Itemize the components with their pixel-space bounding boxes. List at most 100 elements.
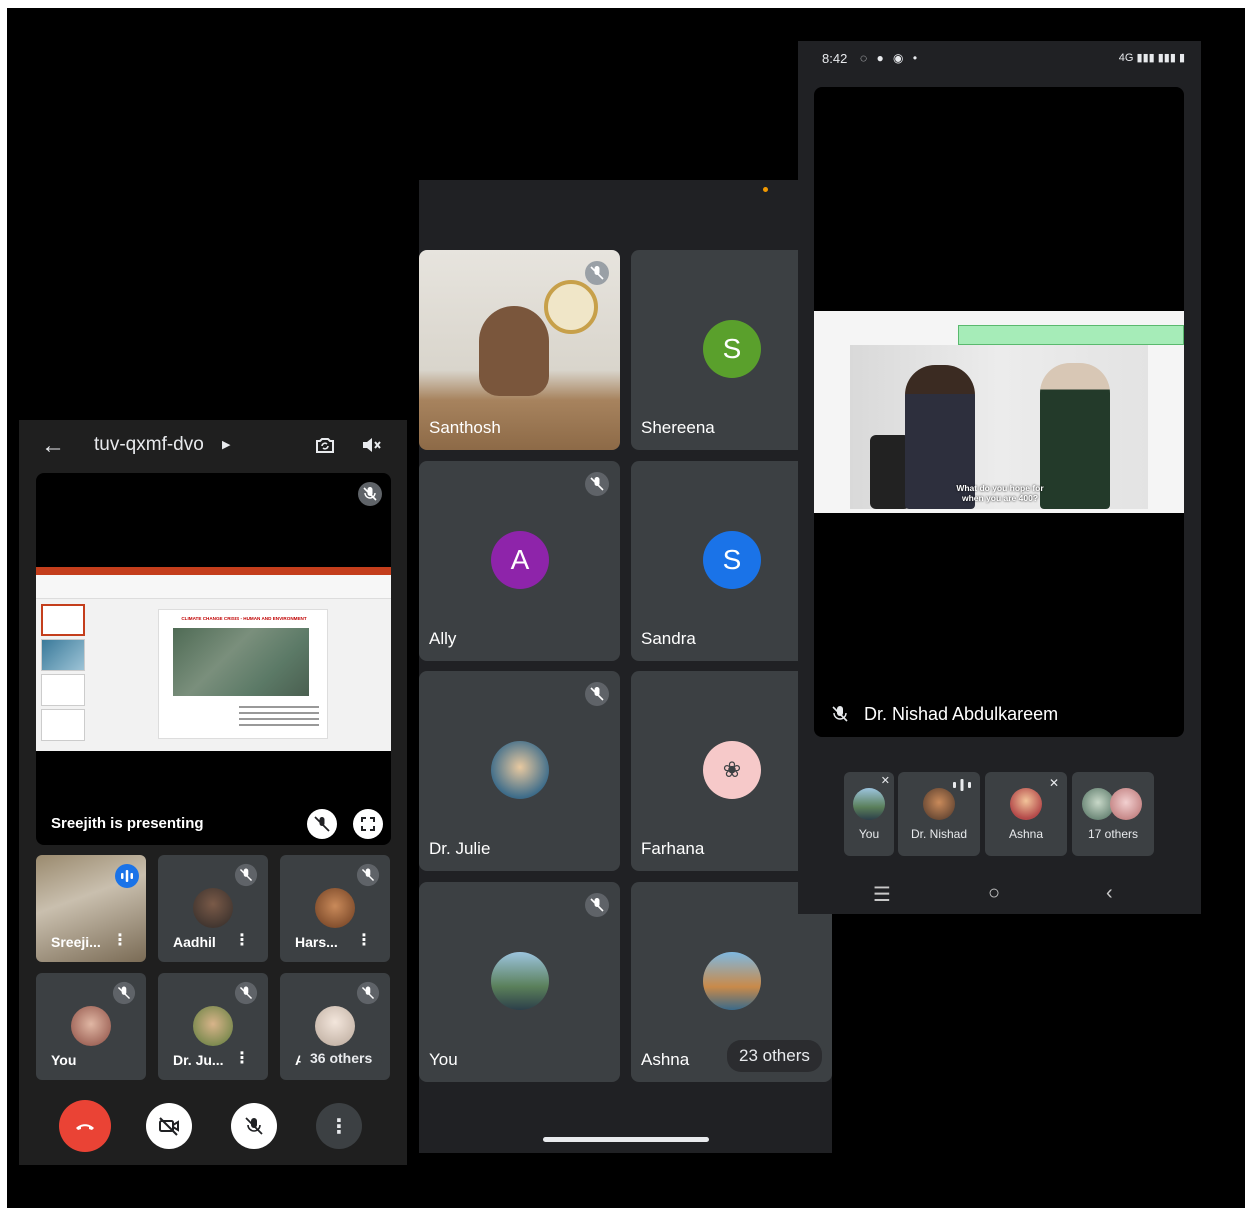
slide-main: CLIMATE CHANGE CRISIS - HUMAN AND ENVIRO… [158,609,328,739]
more-vert-icon[interactable]: ⋮ [356,930,372,950]
switch-camera-icon[interactable] [313,433,337,462]
fullscreen-icon[interactable] [353,809,383,839]
app-ribbon [36,567,391,575]
top-bar: ← tuv-qxmf-dvo ▶ [19,420,407,470]
participant-name: Shereena [641,418,715,437]
participant-tile[interactable]: Sreeji... ⋮ [36,855,146,962]
home-indicator[interactable] [543,1137,709,1142]
phone-meet-grid: Santhosh S Shereena A Ally S Sandra Dr. … [419,180,832,1153]
participant-name: Farhana [641,839,705,858]
speaking-icon [952,778,972,797]
speaking-icon [114,863,140,894]
caret-right-icon[interactable]: ▶ [222,438,230,451]
participant-tile[interactable]: You [419,882,620,1082]
mic-off-icon [584,260,610,291]
slide-text-lines [239,702,319,732]
participant-tile[interactable]: A Ally [419,461,620,661]
video-banner [958,325,1184,345]
shared-slide: CLIMATE CHANGE CRISIS - HUMAN AND ENVIRO… [36,567,391,751]
avatar [193,888,233,928]
participant-name: Santhosh [429,418,501,437]
presentation-stage[interactable]: CLIMATE CHANGE CRISIS - HUMAN AND ENVIRO… [36,473,391,845]
network-indicator: 4G ▮▮▮ ▮▮▮ ▮ [1118,52,1185,64]
meeting-code[interactable]: tuv-qxmf-dvo [94,434,204,456]
video-person [479,306,549,396]
mic-off-icon [234,981,258,1010]
recents-icon[interactable]: ☰ [873,882,891,907]
avatar-initial: A [491,531,549,589]
mic-off-icon[interactable] [231,1103,277,1149]
presenting-label: Sreejith is presenting [51,815,204,832]
avatar [1110,788,1142,820]
avatar [193,1006,233,1046]
camera-off-icon[interactable] [146,1103,192,1149]
more-vert-icon[interactable]: ⋮ [112,930,128,950]
avatar [923,788,955,820]
participant-name: You [429,1050,458,1069]
back-arrow-icon[interactable]: ← [41,432,65,460]
network-type: 4G [1118,52,1134,64]
participant-chip[interactable]: ✕ Ashna [985,772,1067,856]
participant-tile[interactable]: Hars... ⋮ [280,855,390,962]
mic-off-icon [584,892,610,923]
mic-off-icon [357,481,383,512]
avatar-initial: S [703,320,761,378]
slide-thumbnail [41,674,85,706]
participant-tile[interactable]: Santhosh [419,250,620,450]
avatar [491,952,549,1010]
avatar [491,741,549,799]
avatar [703,952,761,1010]
mic-off-icon [584,681,610,712]
back-icon[interactable]: ‹ [1106,882,1113,905]
mic-off-icon [112,981,136,1010]
slide-title: CLIMATE CHANGE CRISIS - HUMAN AND ENVIRO… [181,616,307,621]
app-toolbar [36,575,391,599]
mic-off-icon [356,981,380,1010]
participant-tile[interactable]: A 36 others [280,973,390,1080]
participant-name: Sreeji... [51,934,101,950]
avatar [1010,788,1042,820]
spotlight-stage[interactable]: What do you hope for when you are 400? D… [814,87,1184,737]
more-vert-icon[interactable]: ⋮ [316,1103,362,1149]
home-icon[interactable]: ○ [988,882,1000,905]
others-count[interactable]: 36 others [300,1046,383,1070]
speaker-off-icon[interactable] [359,433,383,462]
participant-name: You [51,1052,77,1068]
participant-chip[interactable]: 17 others [1072,772,1154,856]
participant-chip[interactable]: ✕ You [844,772,894,856]
chair [870,435,910,509]
butterfly-icon: ❀ [703,741,761,799]
participant-name: Ashna [641,1050,690,1069]
mic-off-icon [584,471,610,502]
slide-image [173,628,309,696]
mic-off-icon [356,863,380,892]
slide-thumbnail [41,604,85,636]
chip-label: Ashna [1008,827,1044,841]
participant-tile[interactable]: Dr. Ju... ⋮ [158,973,268,1080]
slide-thumbnail [41,639,85,671]
participant-name: Dr. Julie [429,839,491,858]
phone-meet-presenting: ← tuv-qxmf-dvo ▶ CLIMATE CHANGE CRISIS -… [19,420,407,1165]
participant-tile[interactable]: You [36,973,146,1080]
participant-name: Dr. Ju... [173,1052,224,1068]
avatar [853,788,885,820]
system-navbar: ☰ ○ ‹ [798,876,1201,914]
video-caption: What do you hope for when you are 400? [956,483,1044,503]
more-vert-icon[interactable]: ⋮ [234,1048,250,1068]
participant-chip[interactable]: Dr. Nishad [898,772,980,856]
participant-name: Aadhil [173,934,216,950]
avatar [71,1006,111,1046]
participant-name: Sandra [641,629,696,648]
end-call-icon[interactable] [59,1100,111,1152]
participant-tile[interactable]: Dr. Julie [419,671,620,871]
call-controls: ⋮ [19,1090,407,1165]
avatar [315,1006,355,1046]
mute-presentation-icon[interactable] [307,809,337,839]
others-count[interactable]: 23 others [727,1040,822,1072]
mic-off-icon: ✕ [1048,776,1059,790]
mic-off-icon [830,704,850,729]
chip-label: Dr. Nishad [910,827,968,841]
participant-tile[interactable]: Aadhil ⋮ [158,855,268,962]
more-vert-icon[interactable]: ⋮ [234,930,250,950]
presenting-bar: Sreejith is presenting [36,803,391,845]
